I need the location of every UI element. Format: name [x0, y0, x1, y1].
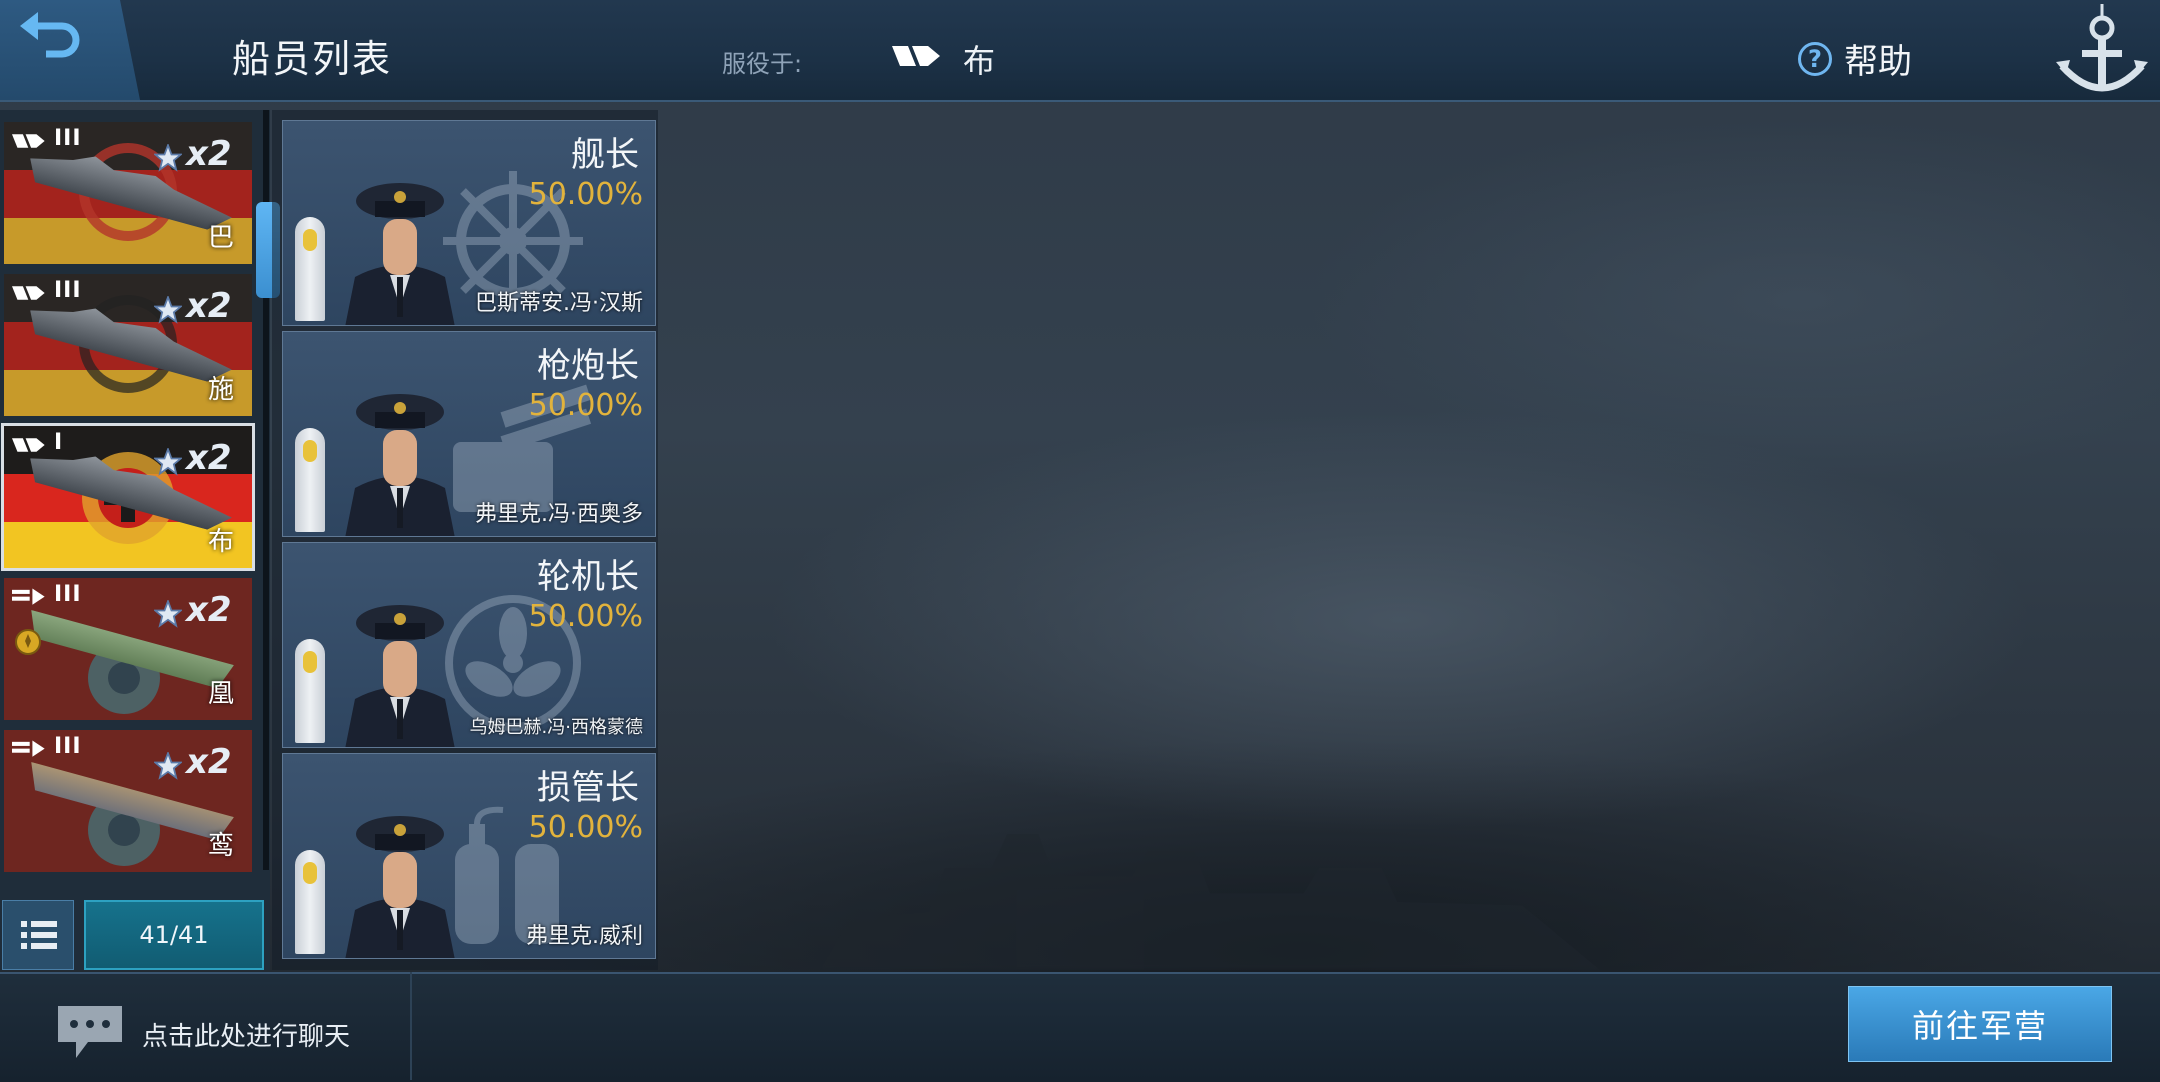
crew-card-damage-control[interactable]: 损管长 50.00% 弗里克.威利: [282, 753, 656, 959]
star-icon: [154, 296, 182, 324]
rank-pip: [303, 651, 317, 673]
ship-count: 41/41: [84, 900, 264, 970]
chat-prompt[interactable]: 点击此处进行聊天: [142, 1016, 350, 1053]
carrier-class-icon: [12, 588, 45, 605]
battleship-class-icon: [12, 286, 45, 300]
crew-percent: 50.00%: [528, 177, 643, 212]
rank-pip: [303, 440, 317, 462]
ship-multiplier: x2: [186, 286, 232, 326]
medal-icon: [15, 629, 41, 655]
crew-name: 巴斯蒂安.冯·汉斯: [475, 291, 643, 316]
list-view-button[interactable]: [2, 900, 74, 970]
ship-card-ba[interactable]: III x2 巴: [4, 122, 252, 264]
crew-role: 损管长: [537, 768, 639, 808]
crew-list: 舰长 50.00% 巴斯蒂安.冯·汉斯 枪炮长 50.00% 弗里克.冯·西奥多: [272, 110, 658, 970]
star-icon: [154, 448, 182, 476]
star-icon: [154, 144, 182, 172]
crew-role: 舰长: [571, 135, 639, 175]
ship-name: 鸾: [207, 831, 234, 861]
crew-name: 弗里克.威利: [526, 924, 643, 949]
officer-portrait-image: [345, 183, 455, 325]
ship-tier: I: [54, 430, 64, 455]
crew-name: 乌姆巴赫.冯·西格蒙德: [469, 717, 643, 738]
back-arrow-icon: [20, 12, 80, 58]
crew-role: 枪炮长: [537, 346, 639, 386]
ship-multiplier: x2: [186, 438, 232, 478]
crew-role: 轮机长: [537, 557, 639, 597]
anchor-logo-icon: [2056, 4, 2148, 92]
crew-percent: 50.00%: [528, 388, 643, 423]
ship-tier: III: [54, 126, 82, 151]
ship-card-shi[interactable]: III x2 施: [4, 274, 252, 416]
serving-ship-name: 布: [963, 42, 996, 80]
ship-name: 布: [207, 527, 234, 557]
ship-tier: III: [54, 582, 82, 607]
star-icon: [154, 600, 182, 628]
page-title: 船员列表: [232, 37, 393, 81]
carrier-class-icon: [12, 740, 45, 757]
ship-name: 巴: [207, 223, 234, 253]
officer-portrait-image: [345, 394, 455, 536]
star-icon: [154, 752, 182, 780]
crew-card-captain[interactable]: 舰长 50.00% 巴斯蒂安.冯·汉斯: [282, 120, 656, 326]
crew-card-engineer[interactable]: 轮机长 50.00% 乌姆巴赫.冯·西格蒙德: [282, 542, 656, 748]
crew-percent: 50.00%: [528, 810, 643, 845]
crew-percent: 50.00%: [528, 599, 643, 634]
ship-name: 凰: [207, 679, 234, 709]
list-icon: [21, 921, 57, 949]
go-to-barracks-button[interactable]: 前往军营: [1848, 986, 2112, 1062]
crew-name: 弗里克.冯·西奥多: [475, 502, 643, 527]
ship-card-huang[interactable]: III x2 凰: [4, 578, 252, 720]
ship-tier: III: [54, 734, 82, 759]
help-label: 帮助: [1844, 42, 1912, 82]
ship-multiplier: x2: [186, 590, 232, 630]
help-icon: ?: [1798, 41, 1832, 76]
ship-card-bu[interactable]: I x2 布: [1, 423, 255, 571]
ship-multiplier: x2: [186, 134, 232, 174]
rank-pip: [303, 229, 317, 251]
ship-name: 施: [207, 375, 234, 405]
chat-icon[interactable]: [58, 1006, 122, 1058]
help-button[interactable]: ? 帮助: [1798, 34, 1912, 83]
chat-divider: [410, 972, 412, 1080]
officer-portrait-image: [345, 605, 455, 747]
back-button[interactable]: [0, 0, 140, 100]
officer-portrait-image: [345, 816, 455, 958]
ship-card-luan[interactable]: III x2 鸾: [4, 730, 252, 872]
crew-card-gunnery[interactable]: 枪炮长 50.00% 弗里克.冯·西奥多: [282, 331, 656, 537]
battleship-class-icon: [892, 46, 940, 66]
top-bar: 船员列表 服役于: 布 ? 帮助: [0, 0, 2160, 102]
ship-multiplier: x2: [186, 742, 232, 782]
ship-tier: III: [54, 278, 82, 303]
serve-label: 服役于:: [722, 50, 803, 78]
battleship-class-icon: [12, 438, 45, 452]
battleship-class-icon: [12, 134, 45, 148]
rank-pip: [303, 862, 317, 884]
ship-list-panel: III x2 巴 III x2 施 I x2 布 III x2 凰 III x2…: [0, 110, 270, 970]
